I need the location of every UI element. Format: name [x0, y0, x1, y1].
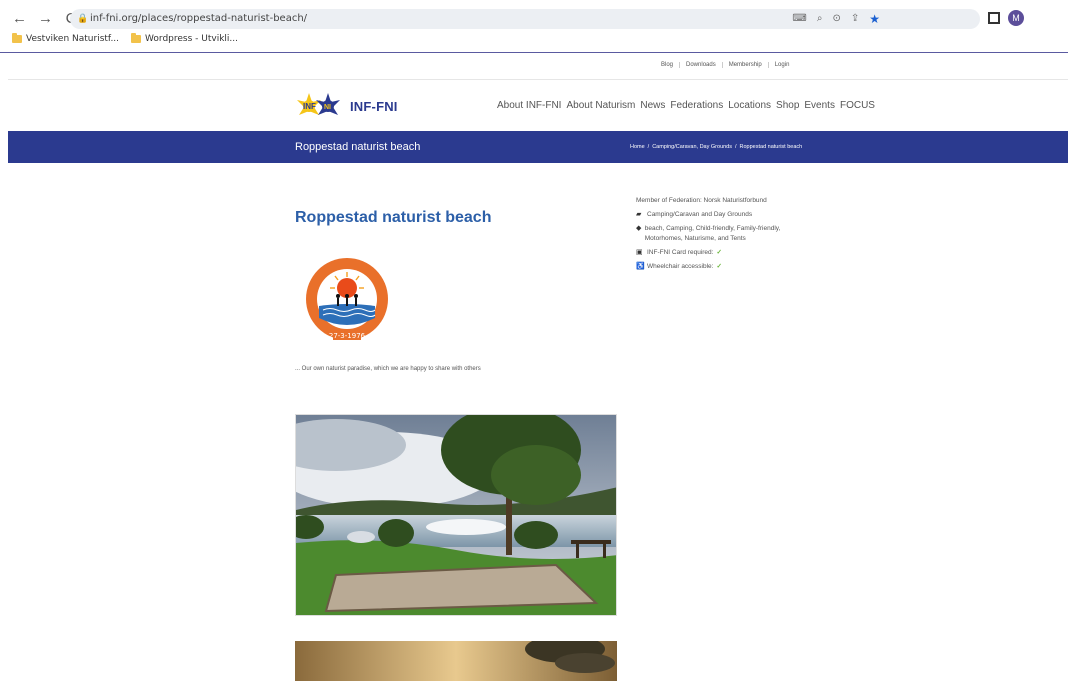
photo-sunset-icon	[295, 641, 617, 681]
folder-icon: ▰	[636, 210, 642, 218]
card-required-row: ▣ INF-FNI Card required: ✓	[636, 248, 816, 259]
nav-focus[interactable]: FOCUS	[840, 100, 875, 111]
page-title: Roppestad naturist beach	[295, 209, 492, 226]
nav-shop[interactable]: Shop	[776, 100, 799, 111]
tagline: ... Our own naturist paradise, which we …	[295, 366, 481, 372]
category-text[interactable]: Camping/Caravan and Day Grounds	[647, 210, 752, 221]
bookmark-label: Vestviken Naturistf...	[26, 34, 120, 44]
federation-row: Member of Federation: Norsk Naturistforb…	[636, 196, 816, 206]
breadcrumb-home[interactable]: Home	[630, 144, 645, 150]
profile-avatar[interactable]: M	[1008, 10, 1024, 26]
check-icon: ✓	[716, 263, 722, 271]
tag-icon: ◆	[636, 225, 642, 233]
location-photo[interactable]	[295, 641, 617, 681]
zoom-icon[interactable]: ⌕	[817, 9, 823, 29]
nav-events[interactable]: Events	[804, 100, 835, 111]
nav-about-inf-fni[interactable]: About INF-FNI	[497, 100, 561, 111]
breadcrumb-separator: /	[647, 144, 650, 150]
bookmark-item[interactable]: Wordpress - Utvikli...	[131, 33, 239, 44]
titlebar-title: Roppestad naturist beach	[295, 141, 421, 153]
site-logo[interactable]: INF NI INF-FNI	[296, 93, 398, 119]
card-required-label: INF-FNI Card required:	[647, 248, 714, 256]
top-links: Blog Downloads Membership Login	[655, 62, 795, 68]
breadcrumb: Home / Camping/Caravan, Day Grounds / Ro…	[630, 144, 802, 150]
top-link-login[interactable]: Login	[767, 62, 796, 68]
wheelchair-row: ♿ Wheelchair accessible: ✓	[636, 262, 816, 273]
share-icon[interactable]: ⇪	[851, 9, 859, 29]
nav-federations[interactable]: Federations	[670, 100, 723, 111]
photo-lake-icon	[296, 415, 616, 615]
location-photo[interactable]	[295, 414, 617, 616]
federation-text[interactable]: Member of Federation: Norsk Naturistforb…	[636, 196, 767, 206]
address-bar[interactable]: 🔒 inf-fni.org/places/roppestad-naturist-…	[70, 9, 980, 29]
svg-text:NI: NI	[324, 104, 331, 111]
folder-icon	[12, 33, 22, 43]
club-emblem-icon: 27-3-1976	[306, 258, 388, 340]
breadcrumb-current: Roppestad naturist beach	[739, 144, 803, 150]
address-actions: ⌨ ⌕ ⊙ ⇪ ★	[792, 9, 880, 29]
top-link-downloads[interactable]: Downloads	[679, 62, 722, 68]
lock-icon[interactable]: 🔒	[77, 9, 88, 29]
main-nav: About INF-FNI About Naturism News Federa…	[497, 100, 875, 111]
browser-chrome: ← → C 🔒 inf-fni.org/places/roppestad-nat…	[0, 0, 1068, 53]
back-icon[interactable]: ←	[12, 10, 27, 28]
top-link-blog[interactable]: Blog	[655, 62, 679, 68]
nav-locations[interactable]: Locations	[728, 100, 771, 111]
nav-news[interactable]: News	[640, 100, 665, 111]
page-title-bar: Roppestad naturist beach Home / Camping/…	[8, 131, 1068, 163]
address-text: inf-fni.org/places/roppestad-naturist-be…	[90, 13, 308, 24]
tags-row: ◆ beach, Camping, Child-friendly, Family…	[636, 224, 816, 244]
svg-text:INF: INF	[303, 102, 316, 111]
emblem-date: 27-3-1976	[329, 332, 366, 340]
breadcrumb-separator: /	[735, 144, 737, 150]
toolbar-right: M	[988, 10, 1024, 26]
install-icon[interactable]: ⊙	[832, 9, 840, 29]
bookmark-item[interactable]: Vestviken Naturistf...	[12, 33, 120, 44]
bookmark-label: Wordpress - Utvikli...	[145, 34, 239, 44]
browser-nav: ← → C	[12, 10, 78, 28]
breadcrumb-category[interactable]: Camping/Caravan, Day Grounds	[652, 144, 732, 150]
tags-text[interactable]: beach, Camping, Child-friendly, Family-f…	[645, 224, 816, 244]
top-link-membership[interactable]: Membership	[721, 62, 768, 68]
divider	[8, 79, 1068, 80]
wheelchair-label: Wheelchair accessible:	[647, 263, 714, 271]
id-card-icon: ▣	[636, 248, 643, 256]
location-details: Member of Federation: Norsk Naturistforb…	[636, 196, 816, 277]
sidepanel-icon[interactable]	[988, 12, 1000, 24]
folder-icon	[131, 33, 142, 43]
wheelchair-icon: ♿	[636, 263, 645, 271]
translate-icon[interactable]: ⌨	[792, 9, 806, 29]
nav-about-naturism[interactable]: About Naturism	[566, 100, 635, 111]
check-icon: ✓	[716, 248, 722, 256]
category-row: ▰ Camping/Caravan and Day Grounds	[636, 210, 816, 221]
bookmark-star-icon[interactable]: ★	[869, 9, 880, 29]
logo-text: INF-FNI	[350, 98, 398, 114]
bookmarks-bar: Vestviken Naturistf... Wordpress - Utvik…	[12, 33, 239, 44]
forward-icon[interactable]: →	[38, 10, 53, 28]
logo-mark-icon: INF NI	[297, 93, 340, 115]
